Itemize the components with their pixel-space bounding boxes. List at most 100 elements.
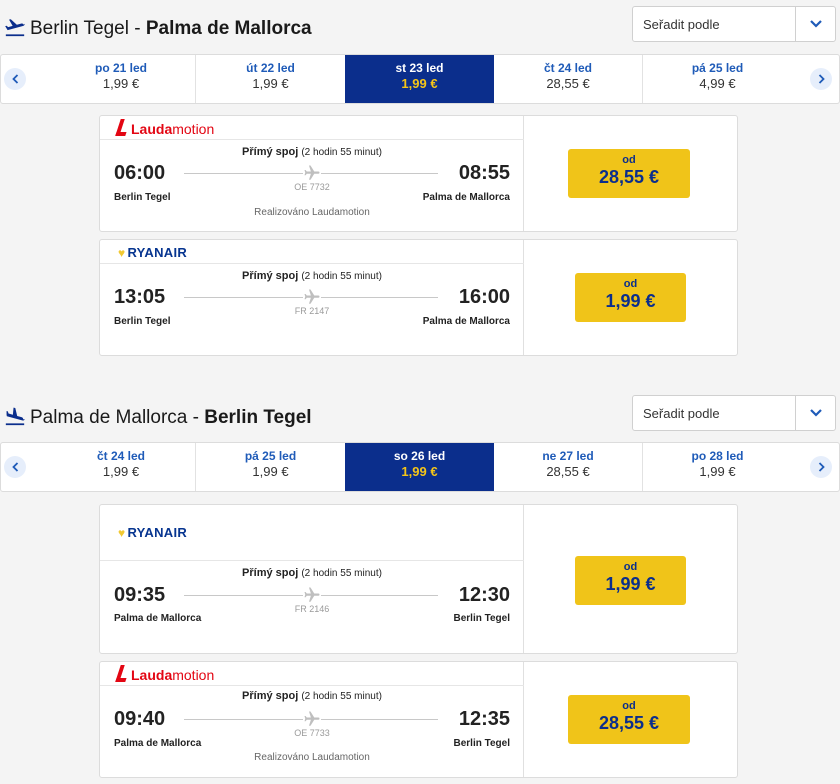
date-label: út 22 led xyxy=(246,61,295,75)
airline-logo-row: ♥ RYANAIR xyxy=(100,505,524,561)
price-from-label: od xyxy=(622,154,636,166)
airline-logo-row: Laudamotion xyxy=(100,662,524,686)
price-button[interactable]: od 1,99 € xyxy=(575,273,686,322)
date-option[interactable]: čt 24 led 1,99 € xyxy=(47,443,196,491)
date-option[interactable]: po 28 led 1,99 € xyxy=(643,443,792,491)
date-label: pá 25 led xyxy=(691,61,744,75)
direct-flight-label: Přímý spoj (2 hodin 55 minut) xyxy=(242,567,382,579)
sort-label: Seřadit podle xyxy=(643,406,720,421)
direct-flight-label: Přímý spoj (2 hodin 55 minut) xyxy=(242,690,382,702)
price-amount: 28,55 € xyxy=(598,713,660,733)
price-button[interactable]: od 1,99 € xyxy=(575,556,686,605)
route-to: Berlin Tegel xyxy=(204,407,312,428)
laudamotion-logo: Laudamotion xyxy=(115,665,214,683)
flight-duration: (2 hodin 55 minut) xyxy=(301,568,382,579)
plane-icon xyxy=(303,710,321,728)
airline-logo-row: Laudamotion xyxy=(100,116,524,140)
date-price: 28,55 € xyxy=(546,76,590,91)
date-label: st 23 led xyxy=(395,61,444,75)
sort-select[interactable]: Seřadit podle xyxy=(632,395,836,431)
departure-city: Berlin Tegel xyxy=(114,192,171,203)
flight-card[interactable]: Laudamotion Přímý spoj (2 hodin 55 minut… xyxy=(99,661,738,778)
date-label: pá 25 led xyxy=(244,449,297,463)
inbound-header: Palma de Mallorca - Berlin Tegel Seřadit… xyxy=(0,393,840,433)
date-option-selected[interactable]: st 23 led 1,99 € xyxy=(345,55,494,103)
route-from: Berlin Tegel xyxy=(30,18,129,39)
date-label: čt 24 led xyxy=(543,61,593,75)
chevron-down-icon[interactable] xyxy=(795,396,835,430)
flight-details: ♥ RYANAIR Přímý spoj (2 hodin 55 minut) 0… xyxy=(100,505,524,653)
route-separator: - xyxy=(128,18,146,39)
date-option[interactable]: ne 27 led 28,55 € xyxy=(494,443,643,491)
chevron-left-icon[interactable] xyxy=(4,456,26,478)
flight-duration: (2 hodin 55 minut) xyxy=(301,691,382,702)
date-label: ne 27 led xyxy=(542,449,594,463)
date-price: 28,55 € xyxy=(546,464,590,479)
flight-number: OE 7732 xyxy=(294,182,330,192)
date-label: čt 24 led xyxy=(96,449,146,463)
date-label: po 21 led xyxy=(94,61,147,75)
price-amount: 28,55 € xyxy=(598,167,660,187)
chevron-down-icon[interactable] xyxy=(795,7,835,41)
route-title: Palma de Mallorca - Berlin Tegel xyxy=(30,407,312,429)
flight-card[interactable]: ♥ RYANAIR Přímý spoj (2 hodin 55 minut) 1… xyxy=(99,239,738,356)
date-price: 1,99 € xyxy=(401,464,438,479)
date-price: 4,99 € xyxy=(699,76,736,91)
date-option[interactable]: pá 25 led 1,99 € xyxy=(196,443,345,491)
date-option[interactable]: út 22 led 1,99 € xyxy=(196,55,345,103)
route-separator: - xyxy=(187,407,205,428)
sort-label: Seřadit podle xyxy=(643,17,720,32)
flight-card[interactable]: Laudamotion Přímý spoj (2 hodin 55 minut… xyxy=(99,115,738,232)
ryanair-logo: ♥ RYANAIR xyxy=(118,245,188,260)
plane-icon xyxy=(303,164,321,182)
date-selector: po 21 led 1,99 € út 22 led 1,99 € st 23 … xyxy=(0,54,840,104)
date-price: 1,99 € xyxy=(252,76,289,91)
date-price: 1,99 € xyxy=(102,464,140,479)
sort-select[interactable]: Seřadit podle xyxy=(632,6,836,42)
chevron-right-icon[interactable] xyxy=(810,456,832,478)
arrival-city: Palma de Mallorca xyxy=(422,192,510,203)
flight-card[interactable]: ♥ RYANAIR Přímý spoj (2 hodin 55 minut) 0… xyxy=(99,504,738,654)
arrival-city: Berlin Tegel xyxy=(453,613,511,624)
price-button[interactable]: od 28,55 € xyxy=(568,695,690,744)
arrival-city: Palma de Mallorca xyxy=(422,316,510,327)
departure-city: Berlin Tegel xyxy=(114,316,171,327)
date-price: 1,99 € xyxy=(102,76,140,91)
plane-icon xyxy=(303,288,321,306)
flight-number: OE 7733 xyxy=(294,728,330,738)
date-selector: čt 24 led 1,99 € pá 25 led 1,99 € so 26 … xyxy=(0,442,840,492)
departure-city: Palma de Mallorca xyxy=(114,738,202,749)
direct-flight-label: Přímý spoj (2 hodin 55 minut) xyxy=(242,270,382,282)
arrival-city: Berlin Tegel xyxy=(453,738,511,749)
date-option-selected[interactable]: so 26 led 1,99 € xyxy=(345,443,494,491)
date-label: po 28 led xyxy=(691,449,744,463)
plane-icon xyxy=(303,586,321,604)
route-title: Berlin Tegel - Palma de Mallorca xyxy=(30,18,312,40)
price-button[interactable]: od 28,55 € xyxy=(568,149,690,198)
departure-city: Palma de Mallorca xyxy=(114,613,202,624)
airline-logo-row: ♥ RYANAIR xyxy=(100,240,524,264)
date-option[interactable]: pá 25 led 4,99 € xyxy=(643,55,792,103)
route-to: Palma de Mallorca xyxy=(145,18,312,39)
direct-flight-label: Přímý spoj (2 hodin 55 minut) xyxy=(242,146,382,158)
date-price: 1,99 € xyxy=(699,464,736,479)
price-amount: 1,99 € xyxy=(605,574,656,594)
operated-by: Realizováno Laudamotion xyxy=(254,752,370,763)
laudamotion-logo: Laudamotion xyxy=(115,119,214,137)
chevron-right-icon[interactable] xyxy=(810,68,832,90)
chevron-left-icon[interactable] xyxy=(4,68,26,90)
flight-number: FR 2147 xyxy=(294,306,330,316)
date-option[interactable]: čt 24 led 28,55 € xyxy=(494,55,643,103)
date-price: 1,99 € xyxy=(401,76,438,91)
price-amount: 1,99 € xyxy=(605,291,656,311)
arrival-plane-icon xyxy=(5,407,25,426)
price-from-label: od xyxy=(622,700,636,712)
price-from-label: od xyxy=(623,278,638,290)
date-label: so 26 led xyxy=(393,449,446,463)
date-option[interactable]: po 21 led 1,99 € xyxy=(47,55,196,103)
flight-details: Laudamotion Přímý spoj (2 hodin 55 minut… xyxy=(100,662,524,777)
ryanair-logo: ♥ RYANAIR xyxy=(118,525,188,540)
price-from-label: od xyxy=(623,561,638,573)
flight-details: Laudamotion Přímý spoj (2 hodin 55 minut… xyxy=(100,116,524,231)
outbound-header: Berlin Tegel - Palma de Mallorca Seřadit… xyxy=(0,4,840,44)
